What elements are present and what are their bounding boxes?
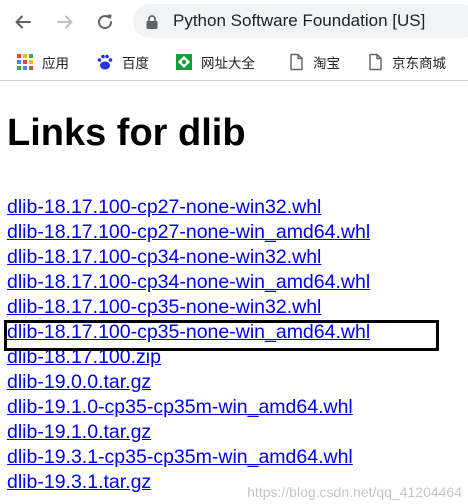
bookmark-taobao[interactable]: 淘宝 <box>287 52 340 72</box>
download-link[interactable]: dlib-18.17.100-cp27-none-win_amd64.whl <box>7 220 370 245</box>
download-link[interactable]: dlib-18.17.100-cp27-none-win32.whl <box>7 195 370 220</box>
bookmark-label: 淘宝 <box>313 56 340 71</box>
forward-button[interactable] <box>52 9 78 35</box>
bookmark-label: 应用 <box>42 56 69 71</box>
bookmark-jd[interactable]: 京东商城 <box>366 52 446 72</box>
reload-icon <box>98 14 113 30</box>
address-text: Python Software Foundation [US] <box>173 11 426 30</box>
bookmark-baidu[interactable]: 百度 <box>96 52 149 72</box>
back-button[interactable] <box>10 9 36 35</box>
baidu-paw-icon <box>97 54 113 70</box>
arrow-left-icon <box>15 15 31 29</box>
download-link[interactable]: dlib-19.0.0.tar.gz <box>7 370 370 395</box>
apps-grid-icon <box>17 54 33 70</box>
download-link[interactable]: dlib-18.17.100-cp34-none-win32.whl <box>7 245 370 270</box>
download-link[interactable]: dlib-19.1.0.tar.gz <box>7 420 370 445</box>
address-bar[interactable]: Python Software Foundation [US] <box>133 4 468 38</box>
download-link[interactable]: dlib-19.1.0-cp35-cp35m-win_amd64.whl <box>7 395 370 420</box>
highlight-box <box>4 320 439 351</box>
download-link[interactable]: dlib-18.17.100-cp34-none-win_amd64.whl <box>7 270 370 295</box>
bookmark-site-directory[interactable]: 网址大全 <box>175 52 255 72</box>
bookmark-label: 京东商城 <box>392 56 446 71</box>
lock-icon <box>146 15 158 29</box>
page-icon <box>290 53 303 71</box>
site-directory-icon <box>176 54 192 70</box>
page-icon <box>369 53 382 71</box>
reload-button[interactable] <box>92 9 118 35</box>
download-link[interactable]: dlib-19.3.1-cp35-cp35m-win_amd64.whl <box>7 445 370 470</box>
bookmarks-bar: 应用 百度 网址大全 淘宝 京东商城 <box>0 44 468 81</box>
bookmark-label: 百度 <box>122 56 149 71</box>
page-title: Links for dlib <box>7 112 246 154</box>
watermark: https://blog.csdn.net/qq_41204464 <box>247 484 462 500</box>
bookmark-apps[interactable]: 应用 <box>16 52 69 72</box>
download-link[interactable]: dlib-18.17.100-cp35-none-win32.whl <box>7 295 370 320</box>
bookmark-label: 网址大全 <box>201 56 255 71</box>
arrow-right-icon <box>57 15 73 29</box>
browser-toolbar: Python Software Foundation [US] <box>0 0 468 43</box>
